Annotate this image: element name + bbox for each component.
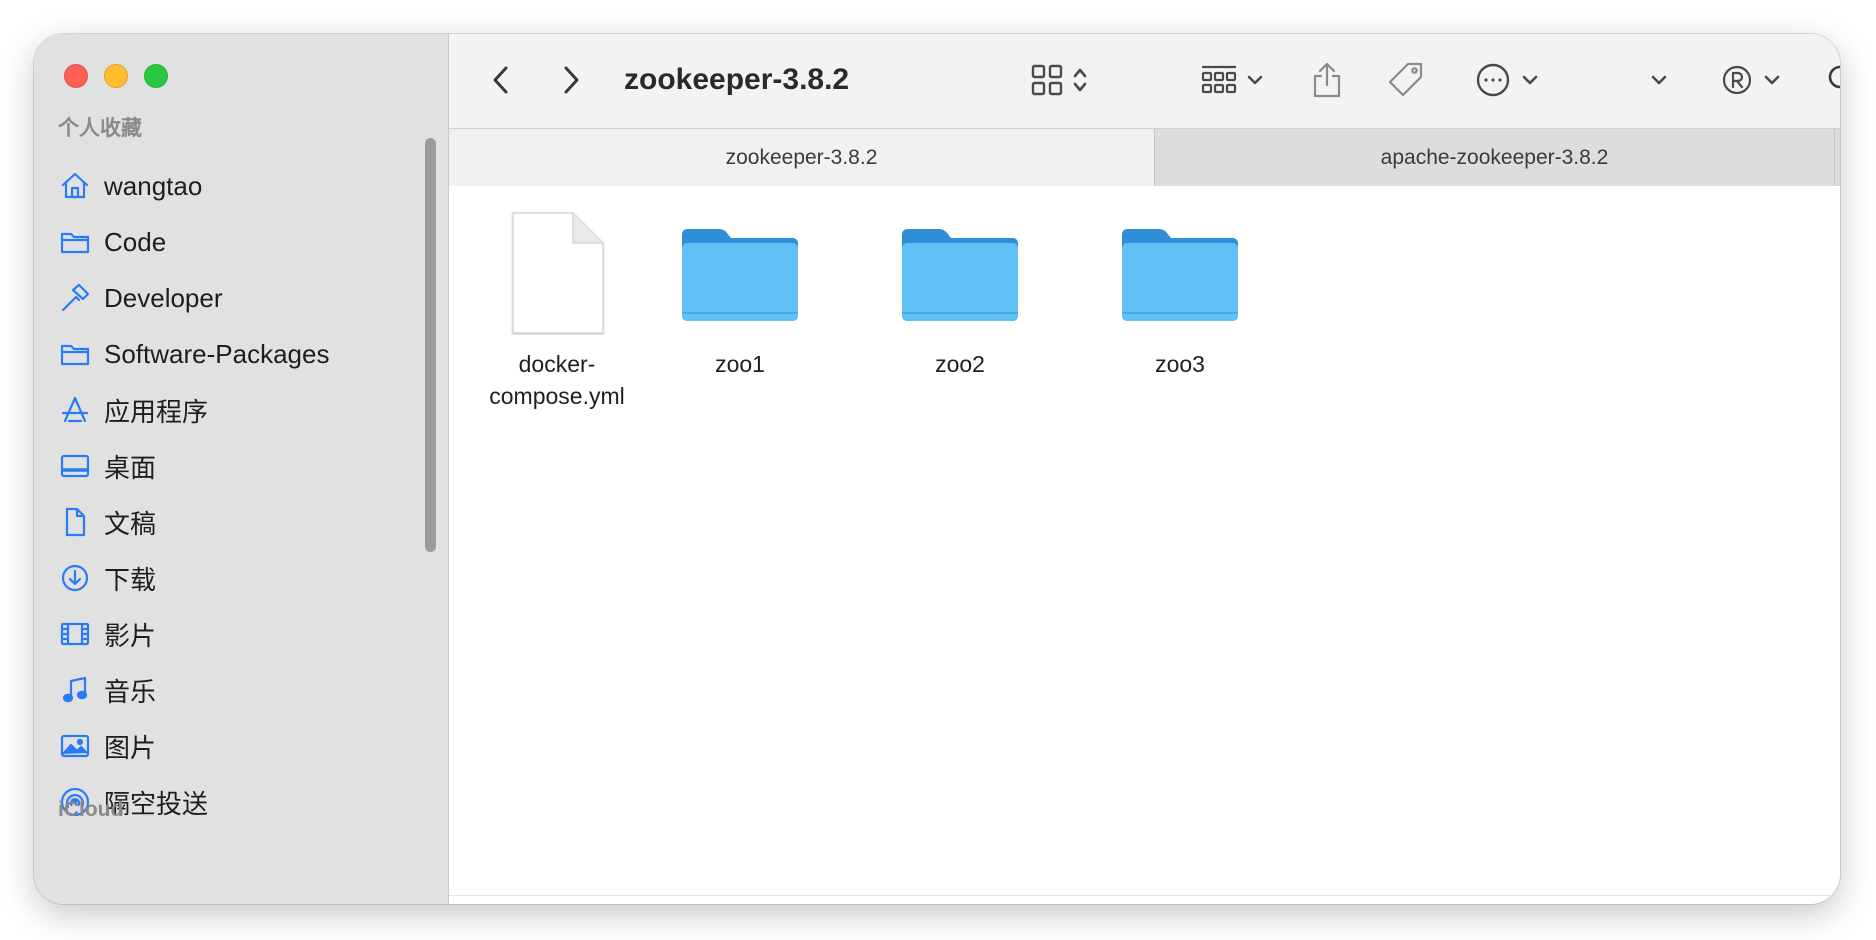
file-name: docker-compose.yml (489, 351, 625, 409)
tag-button[interactable] (1383, 56, 1429, 104)
share-icon (1311, 61, 1343, 99)
folder-icon (895, 208, 1025, 338)
search-icon (1826, 63, 1840, 97)
toolbar: zookeeper-3.8.2 (449, 34, 1840, 128)
sidebar: 个人收藏 wangtao Code Developer Software-Pac… (34, 34, 449, 904)
folder-icon (1115, 208, 1245, 338)
status-divider (449, 895, 1840, 896)
music-icon (58, 673, 92, 707)
more-actions-button[interactable] (1469, 56, 1545, 104)
minimize-window-button[interactable] (104, 64, 128, 88)
chevron-left-icon (490, 64, 512, 96)
sidebar-scrollbar-thumb[interactable] (425, 138, 436, 552)
chevron-up-down-icon (1072, 64, 1088, 96)
favorites-section-label: 个人收藏 (58, 117, 142, 140)
sidebar-item-wangtao[interactable]: wangtao (34, 158, 434, 214)
sidebar-item-label: Developer (104, 282, 223, 313)
window-controls (64, 64, 168, 88)
sidebar-item-movies[interactable]: 影片 (34, 606, 434, 662)
sidebar-item-label: 文稿 (104, 508, 157, 539)
sidebar-item-music[interactable]: 音乐 (34, 662, 434, 718)
photo-icon (58, 729, 92, 763)
sidebar-item-label: 桌面 (104, 452, 157, 483)
sidebar-item-developer[interactable]: Developer (34, 270, 434, 326)
sidebar-item-code[interactable]: Code (34, 214, 434, 270)
sidebar-item-label: Code (104, 226, 167, 257)
file-browser-content: docker-compose.yml zoo1 zoo2 zoo3 (449, 186, 1840, 904)
sidebar-item-label: 图片 (104, 732, 157, 763)
share-button[interactable] (1307, 56, 1347, 104)
sidebar-item-label: 影片 (104, 620, 157, 651)
file-item-docker-compose[interactable]: docker-compose.yml (467, 208, 647, 412)
grid-view-icon (1030, 63, 1064, 97)
sidebar-item-label: 应用程序 (104, 396, 209, 427)
sidebar-item-desktop[interactable]: 桌面 (34, 438, 434, 494)
tab-apache-zookeeper[interactable]: apache-zookeeper-3.8.2 (1155, 129, 1835, 186)
window-title: zookeeper-3.8.2 (624, 63, 850, 96)
file-name: zoo2 (935, 351, 985, 377)
finder-window: 个人收藏 wangtao Code Developer Software-Pac… (34, 34, 1840, 904)
search-button[interactable] (1823, 56, 1840, 104)
tab-bar: zookeeper-3.8.2 apache-zookeeper-3.8.2 (449, 128, 1840, 187)
sidebar-item-downloads[interactable]: 下载 (34, 550, 434, 606)
sidebar-item-label: 音乐 (104, 676, 157, 707)
file-name: zoo3 (1155, 351, 1205, 377)
sidebar-item-applications[interactable]: 应用程序 (34, 382, 434, 438)
folder-icon (58, 225, 92, 259)
document-file-icon (492, 208, 622, 338)
applications-icon (58, 393, 92, 427)
tag-icon (1386, 60, 1426, 100)
folder-icon (675, 208, 805, 338)
sidebar-item-label: 下载 (104, 564, 157, 595)
folder-item-zoo2[interactable]: zoo2 (870, 208, 1050, 380)
tab-zookeeper[interactable]: zookeeper-3.8.2 (449, 129, 1155, 186)
chevron-down-icon (1650, 74, 1668, 86)
group-button[interactable] (1194, 56, 1270, 104)
sidebar-item-software-packages[interactable]: Software-Packages (34, 326, 434, 382)
back-button[interactable] (481, 56, 521, 104)
sidebar-item-label: Software-Packages (104, 338, 330, 369)
group-icon (1200, 63, 1238, 97)
chevron-down-icon (1763, 74, 1781, 86)
extension-button[interactable] (1713, 56, 1789, 104)
sidebar-item-label: wangtao (104, 170, 203, 201)
chevron-right-icon (560, 64, 582, 96)
download-icon (58, 561, 92, 595)
sidebar-item-pictures[interactable]: 图片 (34, 718, 434, 774)
ellipsis-circle-icon (1475, 62, 1511, 98)
folder-icon (58, 337, 92, 371)
view-mode-button[interactable] (1021, 56, 1097, 104)
registered-icon (1721, 64, 1753, 96)
document-icon (58, 505, 92, 539)
hammer-icon (58, 281, 92, 315)
forward-button[interactable] (551, 56, 591, 104)
file-name: zoo1 (715, 351, 765, 377)
close-window-button[interactable] (64, 64, 88, 88)
zoom-window-button[interactable] (144, 64, 168, 88)
chevron-down-icon (1521, 74, 1539, 86)
film-icon (58, 617, 92, 651)
desktop-icon (58, 449, 92, 483)
chevron-down-icon (1246, 74, 1264, 86)
sidebar-item-documents[interactable]: 文稿 (34, 494, 434, 550)
folder-item-zoo1[interactable]: zoo1 (650, 208, 830, 380)
icloud-section-label: iCloud (58, 798, 124, 821)
folder-item-zoo3[interactable]: zoo3 (1090, 208, 1270, 380)
home-icon (58, 169, 92, 203)
favorites-list: wangtao Code Developer Software-Packages… (34, 171, 434, 830)
toolbar-overflow-button[interactable] (1639, 56, 1679, 104)
